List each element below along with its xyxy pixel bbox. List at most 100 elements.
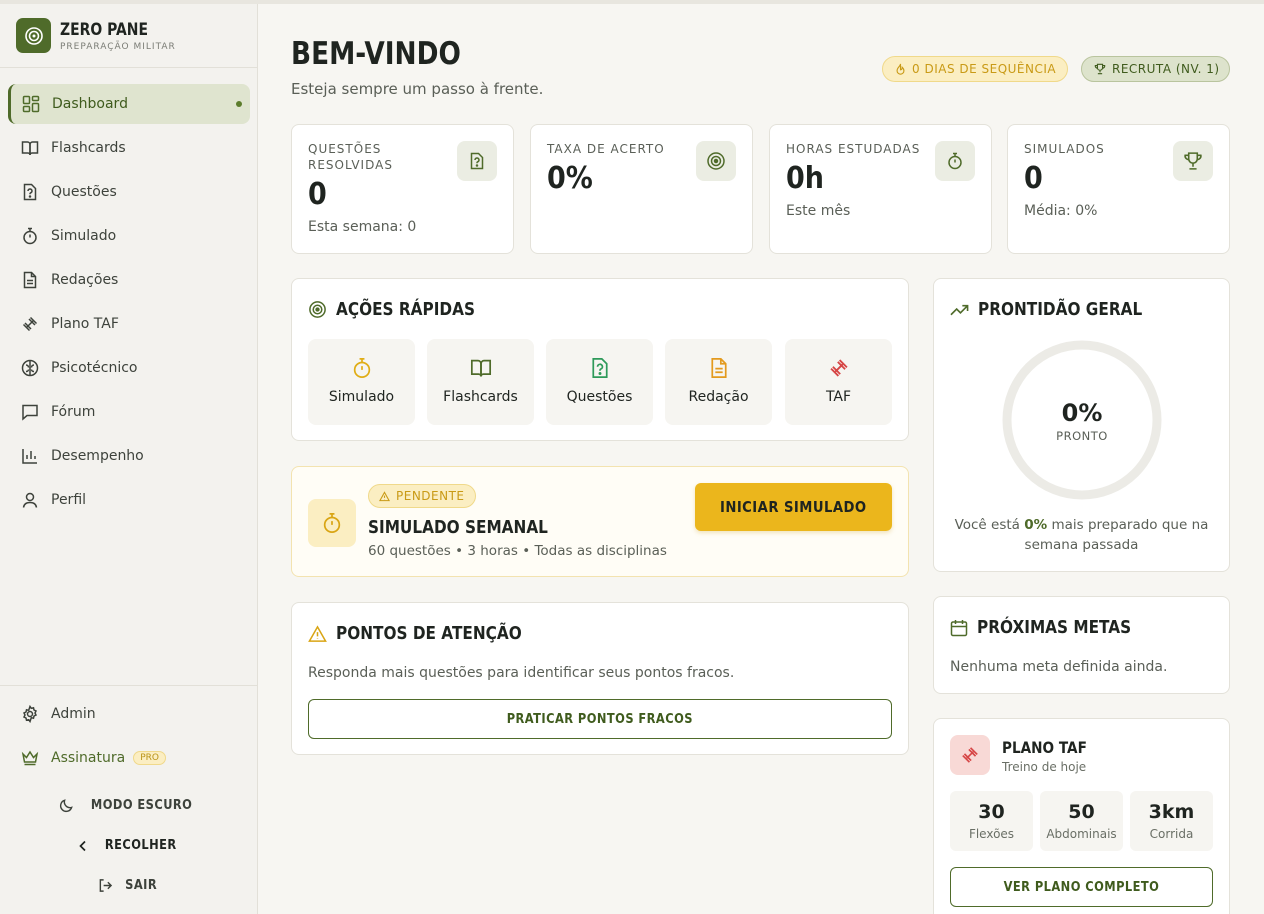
pending-text: PENDENTE — [396, 489, 465, 503]
stat-sub: Média: 0% — [1024, 203, 1098, 219]
dashboard-icon — [21, 94, 41, 114]
sidebar-item-forum[interactable]: Fórum — [8, 392, 250, 432]
stat-sub: Este mês — [786, 203, 851, 219]
trophy-icon — [1173, 141, 1213, 181]
quick-action-label: TAF — [825, 389, 852, 405]
stat-sub: Esta semana: 0 — [308, 219, 417, 235]
user-icon — [20, 490, 40, 510]
chevron-left-icon — [76, 839, 90, 853]
quick-action-taf[interactable]: TAF — [785, 339, 892, 425]
taf-stat-value: 3km — [1148, 801, 1195, 823]
question-file-icon — [20, 182, 40, 202]
bar-chart-icon — [20, 446, 40, 466]
main-content: BEM-VINDO Esteja sempre um passo à frent… — [259, 4, 1264, 914]
quick-action-simulado[interactable]: Simulado — [308, 339, 415, 425]
stopwatch-icon — [20, 226, 40, 246]
sidebar-item-simulado[interactable]: Simulado — [8, 216, 250, 256]
weekly-exam-details: 60 questões • 3 horas • Todas as discipl… — [368, 543, 667, 559]
rank-badge: RECRUTA (NV. 1) — [1081, 56, 1230, 82]
stat-value: 0 — [1024, 161, 1043, 196]
quick-actions-title: AÇÕES RÁPIDAS — [336, 299, 475, 320]
sidebar-item-label: Questões — [51, 184, 117, 200]
taf-stat-pushups: 30 Flexões — [950, 791, 1033, 851]
sidebar-item-label: Plano TAF — [51, 316, 119, 332]
active-indicator — [236, 101, 242, 107]
target-icon — [16, 18, 51, 53]
readiness-note-prefix: Você está — [954, 517, 1025, 533]
logout-icon — [98, 878, 113, 893]
taf-stat-value: 30 — [978, 801, 1005, 823]
goals-title: PRÓXIMAS METAS — [977, 617, 1132, 638]
attention-title: PONTOS DE ATENÇÃO — [336, 623, 522, 644]
readiness-title: PRONTIDÃO GERAL — [978, 299, 1143, 320]
goals-card: PRÓXIMAS METAS Nenhuma meta definida ain… — [933, 596, 1230, 694]
sidebar-item-perfil[interactable]: Perfil — [8, 480, 250, 520]
sidebar-bottom: Admin Assinatura PRO — [8, 694, 250, 782]
sidebar-item-questoes[interactable]: Questões — [8, 172, 250, 212]
chat-icon — [20, 402, 40, 422]
sidebar-item-label: Simulado — [51, 228, 117, 244]
brand[interactable]: ZERO PANE PREPARAÇÃO MILITAR — [16, 18, 176, 53]
divider — [0, 67, 258, 68]
sidebar-item-label: Flashcards — [51, 140, 126, 156]
quick-action-questoes[interactable]: Questões — [546, 339, 653, 425]
sidebar-item-desempenho[interactable]: Desempenho — [8, 436, 250, 476]
taf-plan-card: PLANO TAF Treino de hoje 30 Flexões 50 A… — [933, 718, 1230, 914]
taf-stat-label: Abdominais — [1046, 827, 1117, 841]
practice-weak-points-button[interactable]: PRATICAR PONTOS FRACOS — [308, 699, 892, 739]
logout-button[interactable]: SAIR — [0, 878, 258, 893]
sidebar-item-assinatura[interactable]: Assinatura PRO — [8, 738, 250, 778]
quick-action-flashcards[interactable]: Flashcards — [427, 339, 534, 425]
quick-action-label: Redação — [688, 389, 749, 405]
stat-value: 0h — [786, 161, 825, 196]
sidebar-item-admin[interactable]: Admin — [8, 694, 250, 734]
view-full-plan-button[interactable]: VER PLANO COMPLETO — [950, 867, 1213, 907]
stat-label: HORAS ESTUDADAS — [786, 142, 921, 156]
taf-stat-label: Corrida — [1149, 827, 1194, 841]
brain-icon — [20, 358, 40, 378]
goals-text: Nenhuma meta definida ainda. — [950, 659, 1168, 675]
taf-subtitle: Treino de hoje — [1002, 760, 1087, 774]
warning-icon — [379, 490, 390, 501]
stat-value: 0 — [308, 177, 327, 212]
divider — [0, 685, 258, 686]
card-title: PRÓXIMAS METAS — [950, 617, 1158, 638]
flame-icon — [895, 63, 906, 75]
dark-mode-toggle[interactable]: MODO ESCURO — [0, 798, 258, 813]
stat-label: TAXA DE ACERTO — [547, 142, 665, 156]
book-icon — [469, 355, 493, 381]
subscription-label: Assinatura — [51, 750, 126, 766]
question-file-icon — [589, 355, 611, 381]
moon-icon — [59, 798, 74, 813]
rank-text: RECRUTA (NV. 1) — [1112, 62, 1220, 76]
crown-icon — [20, 748, 40, 768]
weekly-exam-title: SIMULADO SEMANAL — [368, 517, 548, 538]
stat-card-questions: QUESTÕES RESOLVIDAS 0 Esta semana: 0 — [291, 124, 514, 254]
admin-label: Admin — [51, 706, 96, 722]
sidebar-item-dashboard[interactable]: Dashboard — [8, 84, 250, 124]
brand-subtitle: PREPARAÇÃO MILITAR — [60, 41, 176, 52]
collapse-button[interactable]: RECOLHER — [0, 838, 258, 853]
taf-stat-run: 3km Corrida — [1130, 791, 1213, 851]
quick-action-redacao[interactable]: Redação — [665, 339, 772, 425]
stat-card-exams: SIMULADOS 0 Média: 0% — [1007, 124, 1230, 254]
stopwatch-icon — [935, 141, 975, 181]
start-exam-button[interactable]: INICIAR SIMULADO — [695, 483, 892, 531]
sidebar-item-label: Dashboard — [52, 96, 128, 112]
sidebar-item-psicotecnico[interactable]: Psicotécnico — [8, 348, 250, 388]
taf-title: PLANO TAF — [1002, 738, 1087, 757]
taf-stat-label: Flexões — [968, 827, 1015, 841]
target-icon — [696, 141, 736, 181]
document-icon — [20, 270, 40, 290]
sidebar-item-plano-taf[interactable]: Plano TAF — [8, 304, 250, 344]
sidebar-item-redacoes[interactable]: Redações — [8, 260, 250, 300]
readiness-note-suffix: mais preparado que na semana passada — [1024, 517, 1209, 553]
sidebar-item-flashcards[interactable]: Flashcards — [8, 128, 250, 168]
stat-value: 0% — [547, 161, 593, 196]
readiness-label: PRONTO — [1056, 429, 1108, 443]
quick-actions-card: AÇÕES RÁPIDAS Simulado Flashcards Questõ… — [291, 278, 909, 441]
stat-label: QUESTÕES RESOLVIDAS — [308, 142, 393, 172]
sidebar: ZERO PANE PREPARAÇÃO MILITAR Dashboard F… — [0, 4, 258, 914]
dumbbell-icon — [828, 355, 850, 381]
taf-stat-situps: 50 Abdominais — [1040, 791, 1123, 851]
